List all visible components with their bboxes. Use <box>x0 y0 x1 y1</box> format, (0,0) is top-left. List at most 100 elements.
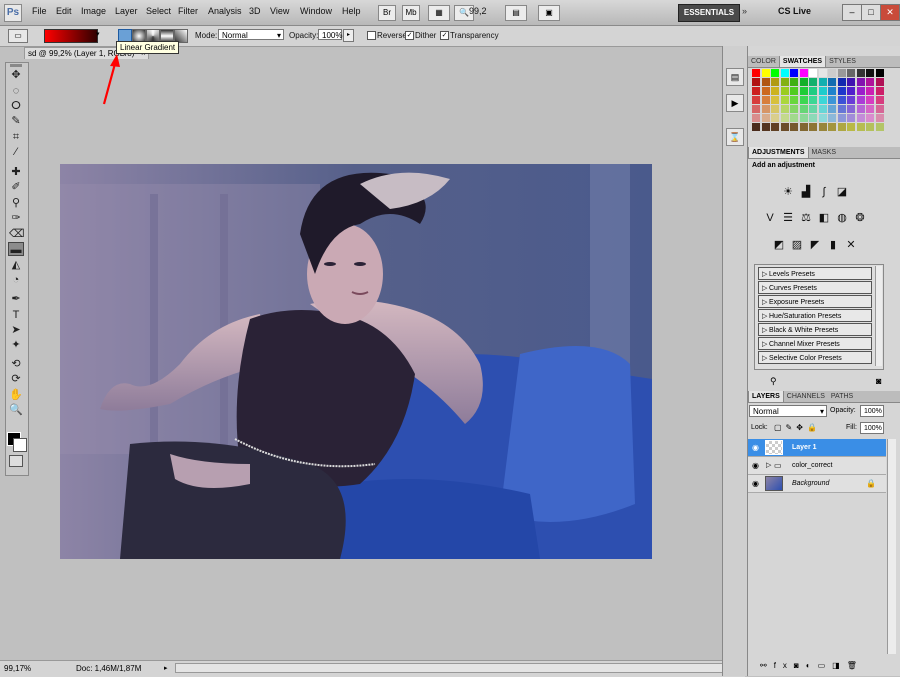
color-swatch[interactable] <box>809 96 817 104</box>
color-swatch[interactable] <box>752 78 760 86</box>
color-swatch[interactable] <box>771 123 779 131</box>
color-swatch[interactable] <box>752 96 760 104</box>
color-swatch[interactable] <box>818 123 827 131</box>
color-swatch[interactable] <box>875 114 884 122</box>
color-swatch[interactable] <box>752 69 760 77</box>
reverse-checkbox[interactable] <box>367 31 376 40</box>
gradient-dropdown-icon[interactable]: ▾ <box>96 30 100 38</box>
color-swatch[interactable] <box>752 123 760 131</box>
brightness-contrast-icon[interactable]: ☀ <box>781 185 795 199</box>
tab-masks[interactable]: MASKS <box>809 147 840 158</box>
color-swatch[interactable] <box>790 114 798 122</box>
quick-mask-icon[interactable] <box>9 455 23 467</box>
eye-icon[interactable]: ◉ <box>752 439 759 456</box>
shape-tool-icon[interactable]: ✦ <box>9 338 23 352</box>
color-swatch[interactable] <box>799 78 808 86</box>
history-panel-icon[interactable]: ⌛ <box>726 128 744 146</box>
color-swatch[interactable] <box>847 114 855 122</box>
layer-row-color-correct[interactable]: ◉ ▷ ▭ color_correct <box>748 457 886 475</box>
eye-icon[interactable]: ◉ <box>752 457 759 474</box>
tab-swatches[interactable]: SWATCHES <box>778 56 827 67</box>
color-swatch[interactable] <box>875 105 884 113</box>
threshold-icon[interactable]: ◤ <box>808 238 822 252</box>
path-selection-tool-icon[interactable]: ➤ <box>9 323 23 337</box>
color-swatch[interactable] <box>828 69 836 77</box>
layer-row-background[interactable]: ◉ Background 🔒 <box>748 475 886 493</box>
color-swatch[interactable] <box>780 105 789 113</box>
menu-select[interactable]: Select <box>146 6 171 16</box>
view-extras-icon[interactable]: ▦ <box>428 5 450 21</box>
tab-adjustments[interactable]: ADJUSTMENTS <box>748 147 809 158</box>
invert-icon[interactable]: ◩ <box>772 238 786 252</box>
dither-checkbox[interactable]: ✓ <box>405 31 414 40</box>
color-swatch[interactable] <box>837 69 846 77</box>
color-swatch[interactable] <box>818 96 827 104</box>
3d-rotate-tool-icon[interactable]: ⟲ <box>9 357 23 371</box>
color-swatch[interactable] <box>847 78 855 86</box>
eraser-tool-icon[interactable]: ⌫ <box>9 227 25 241</box>
menu-3d[interactable]: 3D <box>249 6 261 16</box>
color-swatch[interactable] <box>866 96 874 104</box>
tab-styles[interactable]: STYLES <box>826 56 859 67</box>
color-swatch[interactable] <box>780 69 789 77</box>
color-swatch[interactable] <box>771 105 779 113</box>
blur-tool-icon[interactable]: ◭ <box>9 258 23 272</box>
color-swatch[interactable] <box>799 87 808 95</box>
gradient-tool-icon[interactable]: ▬ <box>8 242 24 256</box>
color-swatch[interactable] <box>818 87 827 95</box>
color-swatch[interactable] <box>818 69 827 77</box>
color-swatch[interactable] <box>856 105 865 113</box>
color-swatch[interactable] <box>771 69 779 77</box>
color-swatch[interactable] <box>799 123 808 131</box>
color-swatch[interactable] <box>809 69 817 77</box>
black-white-icon[interactable]: ◧ <box>817 211 831 225</box>
color-swatch[interactable] <box>866 87 874 95</box>
crop-tool-icon[interactable]: ⌗ <box>9 130 23 144</box>
tab-channels[interactable]: CHANNELS <box>784 391 828 402</box>
menu-window[interactable]: Window <box>300 6 332 16</box>
exposure-icon[interactable]: ◪ <box>835 185 849 199</box>
channel-mixer-icon[interactable]: ❂ <box>853 211 867 225</box>
color-swatch[interactable] <box>790 78 798 86</box>
screen-mode-icon[interactable]: ▣ <box>538 5 560 21</box>
color-swatch[interactable] <box>761 123 770 131</box>
color-swatch[interactable] <box>752 105 760 113</box>
color-swatch[interactable] <box>771 87 779 95</box>
lasso-tool-icon[interactable]: ⵔ <box>9 99 23 113</box>
color-swatch[interactable] <box>866 123 874 131</box>
color-swatch[interactable] <box>752 114 760 122</box>
menu-filter[interactable]: Filter <box>178 6 198 16</box>
color-swatch[interactable] <box>771 114 779 122</box>
layer-opacity-field[interactable]: 100% <box>860 405 884 417</box>
color-swatch[interactable] <box>809 123 817 131</box>
tool-preset-picker-icon[interactable]: ▭ <box>8 29 28 43</box>
color-swatch[interactable] <box>866 78 874 86</box>
color-swatch[interactable] <box>818 78 827 86</box>
color-swatch[interactable] <box>780 96 789 104</box>
clone-stamp-tool-icon[interactable]: ⚲ <box>9 196 23 210</box>
color-swatch[interactable] <box>799 114 808 122</box>
gradient-map-icon[interactable]: ▮ <box>826 238 840 252</box>
layer-row-layer-1[interactable]: ◉ Layer 1 <box>748 439 886 457</box>
adjustment-clip-icon[interactable]: ⚲ <box>770 376 777 387</box>
selective-color-icon[interactable]: ✕ <box>844 238 858 252</box>
spot-healing-tool-icon[interactable]: ✚ <box>9 165 23 179</box>
horizontal-scrollbar[interactable] <box>175 663 743 673</box>
histogram-panel-icon[interactable]: ▤ <box>726 68 744 86</box>
cs-live-button[interactable]: CS Live <box>778 6 811 16</box>
status-zoom[interactable]: 99,17% <box>4 664 31 673</box>
color-swatch[interactable] <box>866 105 874 113</box>
color-swatch[interactable] <box>856 78 865 86</box>
color-swatch[interactable] <box>866 69 874 77</box>
color-swatch[interactable] <box>771 96 779 104</box>
tab-paths[interactable]: PATHS <box>828 391 856 402</box>
vibrance-icon[interactable]: V <box>763 211 777 225</box>
color-swatch[interactable] <box>761 78 770 86</box>
dodge-tool-icon[interactable]: ◔ <box>9 273 23 287</box>
workspace-more-icon[interactable]: » <box>742 6 747 16</box>
color-swatch[interactable] <box>761 69 770 77</box>
color-swatch[interactable] <box>875 96 884 104</box>
mode-select[interactable]: Normal ▾ <box>218 29 284 40</box>
menu-help[interactable]: Help <box>342 6 361 16</box>
color-swatch[interactable] <box>856 114 865 122</box>
